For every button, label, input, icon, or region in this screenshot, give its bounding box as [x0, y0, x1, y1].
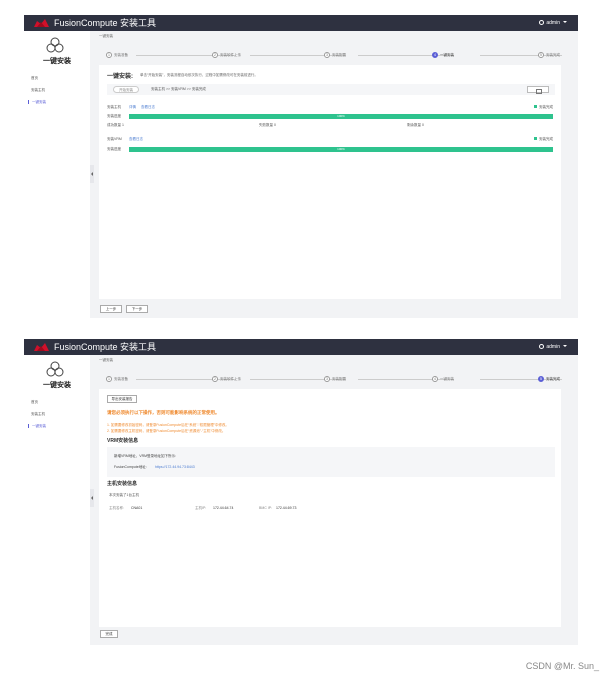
bmc-ip-value: 172.44.69.73 — [276, 506, 297, 510]
top-bar: FusionCompute 安装工具 admin — [24, 339, 578, 355]
user-icon — [539, 344, 545, 349]
install-panel: 一键安装: 单击“开始安装”，安装流程自动依次执行，过程中如需修改可在安装前进行… — [99, 65, 561, 299]
step-1: 1 安装准备 — [106, 52, 128, 58]
sidebar-item-home[interactable]: 首页 — [28, 400, 46, 404]
breadcrumb: 一键安装 — [99, 34, 113, 38]
screenshot-install-complete: FusionCompute 安装工具 admin 一键安装 首页 安装主机 一键… — [24, 339, 578, 645]
host-info-line: 本次安装了1台主机 — [109, 493, 139, 497]
vrm-status: 安装完成 — [534, 137, 553, 142]
vrm-log-link[interactable]: 查看日志 — [129, 137, 143, 142]
host-info-title: 主机安装信息 — [107, 481, 138, 487]
user-menu[interactable]: admin — [539, 343, 567, 351]
step-5: 5 安装完成 — [538, 376, 560, 382]
chevron-down-icon — [563, 21, 567, 23]
sidebar: 一键安装 首页 安装主机 一键安装 — [24, 355, 90, 645]
prev-button[interactable]: 上一步 — [100, 305, 122, 313]
install-logo-icon — [46, 361, 64, 377]
top-bar: FusionCompute 安装工具 admin — [24, 15, 578, 31]
vrm-progress-label: 安装进度 — [107, 147, 121, 151]
host-ip-value: 172.44.64.74 — [213, 506, 234, 510]
host-progress-text: 100% — [337, 114, 345, 118]
sidebar-collapse-handle[interactable] — [90, 165, 94, 183]
intro-title: 一键安装: — [107, 74, 133, 80]
step-2: 2 安装软件上传 — [212, 52, 241, 58]
export-report-button[interactable]: 导出安装报告 — [107, 395, 137, 403]
user-name: admin — [546, 20, 560, 26]
sidebar-title: 一键安装 — [43, 58, 71, 65]
step-5: 5 安装完成 — [538, 52, 560, 58]
log-toggle-button[interactable] — [527, 86, 549, 94]
step-3: 3 安装配置 — [324, 376, 346, 382]
vrm-section-label: 安装VRM — [107, 137, 122, 141]
install-logo-icon — [46, 37, 64, 53]
sidebar-title: 一键安装 — [43, 382, 71, 389]
success-dot-icon — [534, 137, 537, 141]
warning-title: 请您必须执行以下操作，否则可能影响系统的正常使用。 — [107, 410, 220, 415]
step-4: 4 一键安装 — [432, 52, 454, 58]
vrm-progress-bar: 100% — [129, 147, 553, 152]
host-status: 安装完成 — [534, 105, 553, 110]
finish-button[interactable]: 完成 — [100, 630, 118, 638]
vrm-info-box: 新增VRM地址，VRM登录地址如下所示: FusionCompute地址: ht… — [107, 447, 555, 477]
host-details-link[interactable]: 详情 — [129, 105, 136, 110]
step-indicator: 1 安装准备 2 安装软件上传 3 安装配置 4 一键安装 5 安装完成 — [106, 52, 578, 62]
user-name: admin — [546, 344, 560, 350]
warning-line-2: 2. 如需要修改主机密码，请登录FusionCompute后在“资源池”-“主机… — [107, 429, 226, 433]
step-1: 1 安装准备 — [106, 376, 128, 382]
logo-icon — [34, 19, 49, 27]
logo-icon — [34, 343, 49, 351]
step-4: 4 一键安装 — [432, 376, 454, 382]
vrm-info-title: VRM安装信息 — [107, 438, 139, 444]
install-complete-panel: 导出安装报告 请您必须执行以下操作，否则可能影响系统的正常使用。 1. 如需要修… — [99, 389, 561, 627]
step-3: 3 安装配置 — [324, 52, 346, 58]
vrm-progress-text: 100% — [337, 147, 345, 151]
screenshot-install-progress: FusionCompute 安装工具 admin 一键安装 首页 安装主机 一键… — [24, 15, 578, 318]
bmc-ip-label: BMC IP: — [259, 506, 273, 510]
host-name-value: CNA01 — [131, 506, 143, 510]
sidebar: 一键安装 首页 安装主机 一键安装 — [24, 31, 90, 318]
success-dot-icon — [534, 105, 537, 109]
sidebar-collapse-handle[interactable] — [90, 489, 94, 507]
step-2: 2 安装软件上传 — [212, 376, 241, 382]
user-menu[interactable]: admin — [539, 19, 567, 27]
host-name-label: 主机名称: — [109, 506, 124, 510]
breadcrumb: 一键安装 — [99, 358, 113, 362]
sidebar-item-install-host[interactable]: 安装主机 — [28, 412, 46, 416]
sidebar-item-one-click-install[interactable]: 一键安装 — [28, 100, 46, 104]
intro-description: 单击“开始安装”，安装流程自动依次执行，过程中如需修改可在安装前进行。 — [140, 73, 258, 77]
vrm-info-line: 新增VRM地址，VRM登录地址如下所示: — [114, 454, 177, 458]
app-title: FusionCompute 安装工具 — [54, 18, 157, 28]
warning-line-1: 1. 如需要修改初始密码，请登录FusionCompute后在“系统”-“权限管… — [107, 423, 229, 427]
host-remaining-count: 剩余数量 0 — [407, 123, 424, 127]
host-ip-label: 主机IP: — [195, 506, 207, 510]
next-button[interactable]: 下一步 — [126, 305, 148, 313]
install-flow-text: 安装主机 >> 安装VRM >> 安装完成 — [151, 87, 206, 91]
host-success-count: 成功数量 1 — [107, 123, 124, 127]
watermark: CSDN @Mr. Sun_ — [525, 661, 599, 671]
sidebar-item-one-click-install[interactable]: 一键安装 — [28, 424, 46, 428]
install-flow: 开始安装 安装主机 >> 安装VRM >> 安装完成 — [107, 84, 555, 95]
host-fail-count: 失败数量 0 — [259, 123, 276, 127]
step-indicator: 1 安装准备 2 安装软件上传 3 安装配置 4 一键安装 5 安装完成 — [106, 376, 578, 386]
user-icon — [539, 20, 545, 25]
vrm-url-link[interactable]: https://172.44.94.73:8443 — [155, 465, 195, 469]
vrm-url-label: FusionCompute地址: — [114, 465, 147, 469]
app-title: FusionCompute 安装工具 — [54, 342, 157, 352]
sidebar-item-home[interactable]: 首页 — [28, 76, 46, 80]
start-install-tag: 开始安装 — [113, 86, 139, 93]
host-section-label: 安装主机 — [107, 105, 121, 109]
sidebar-item-install-host[interactable]: 安装主机 — [28, 88, 46, 92]
host-progress-bar: 100% — [129, 114, 553, 119]
host-log-link[interactable]: 查看日志 — [141, 105, 155, 110]
host-progress-label: 安装进度 — [107, 114, 121, 118]
chevron-down-icon — [563, 345, 567, 347]
